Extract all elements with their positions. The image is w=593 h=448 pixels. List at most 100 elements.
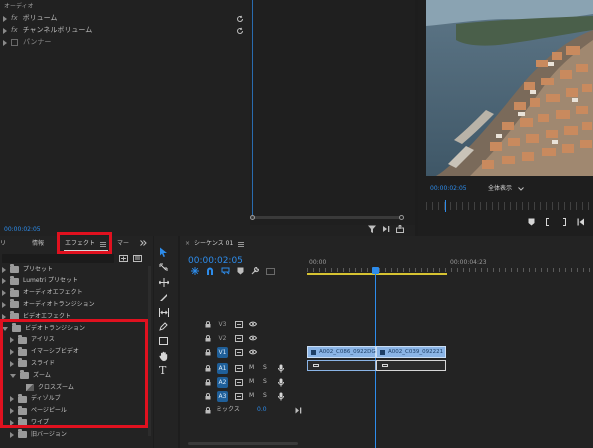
tab-markers[interactable]: マー <box>117 241 129 247</box>
program-timeline-ruler[interactable] <box>426 202 593 210</box>
track-target-V3[interactable]: V3 <box>217 319 228 330</box>
tree-item[interactable]: Lumetri プリセット <box>2 275 78 285</box>
type-tool-icon[interactable]: T <box>159 364 166 377</box>
track-target-V1[interactable]: V1 <box>217 347 228 358</box>
timeline-timecode[interactable]: 00:00:02:05 <box>188 256 243 266</box>
reset-icon[interactable] <box>236 15 244 23</box>
export-icon[interactable] <box>396 225 404 233</box>
effects-search-input[interactable] <box>2 254 114 263</box>
eye-icon[interactable] <box>249 335 257 341</box>
tree-item[interactable]: 旧バージョン <box>10 429 67 439</box>
mute-button[interactable]: M <box>249 365 254 371</box>
fx-badge[interactable]: fx <box>11 15 18 22</box>
marker-icon[interactable] <box>528 218 535 226</box>
solo-button[interactable]: S <box>263 365 267 371</box>
track-target-A1[interactable]: A1 <box>217 363 228 374</box>
settings-wrench-icon[interactable] <box>251 267 259 275</box>
ripple-edit-tool-icon[interactable] <box>159 278 169 287</box>
video-clip-2[interactable]: A002_C039_092221 <box>376 346 446 358</box>
nest-icon[interactable] <box>191 267 199 275</box>
sequence-tab[interactable]: × シーケンス 01 <box>185 241 245 247</box>
track-select-tool-icon[interactable] <box>159 263 168 272</box>
timeline-ruler[interactable]: 00:00 00:00:04:23 <box>307 258 593 276</box>
tree-item[interactable]: プリセット <box>2 264 53 273</box>
tab-info[interactable]: 情報 <box>32 241 44 247</box>
solo-button[interactable]: S <box>263 393 267 399</box>
microphone-icon[interactable] <box>278 364 284 373</box>
slip-tool-icon[interactable] <box>159 308 169 317</box>
fx-badge[interactable]: fx <box>11 27 18 34</box>
mute-button[interactable]: M <box>249 379 254 385</box>
sync-lock-icon[interactable] <box>235 379 243 386</box>
expand-arrow-icon[interactable] <box>3 27 7 34</box>
scroll-handle-left[interactable] <box>250 215 255 220</box>
collapsed-arrow-icon[interactable] <box>10 431 14 438</box>
lock-icon[interactable] <box>205 335 211 342</box>
close-icon[interactable]: × <box>185 241 190 247</box>
add-marker-icon[interactable] <box>237 267 244 275</box>
go-to-in-icon[interactable] <box>577 218 585 226</box>
track-target-A3[interactable]: A3 <box>217 391 228 402</box>
mute-button[interactable]: M <box>249 393 254 399</box>
linked-selection-icon[interactable] <box>221 267 230 275</box>
pen-tool-icon[interactable] <box>159 322 168 331</box>
solo-button[interactable]: S <box>263 379 267 385</box>
fit-dropdown[interactable]: 全体表示 <box>488 186 524 192</box>
reset-icon[interactable] <box>236 27 244 35</box>
lock-icon[interactable] <box>205 321 211 328</box>
filter-icon[interactable] <box>368 225 376 233</box>
captions-icon[interactable] <box>266 267 275 275</box>
expand-arrow-icon[interactable] <box>3 15 7 22</box>
lock-icon[interactable] <box>205 407 211 414</box>
lock-icon[interactable] <box>205 393 211 400</box>
playhead-handle[interactable] <box>372 267 379 274</box>
audio-clip-2[interactable] <box>376 360 446 371</box>
snap-icon[interactable] <box>206 267 214 275</box>
mark-out-icon[interactable] <box>561 218 567 226</box>
collapsed-arrow-icon[interactable] <box>2 278 6 285</box>
microphone-icon[interactable] <box>278 392 284 401</box>
expand-arrow-icon[interactable] <box>3 39 7 46</box>
eye-icon[interactable] <box>249 321 257 327</box>
accelerated-effects-icon[interactable] <box>119 255 128 262</box>
microphone-icon[interactable] <box>278 378 284 387</box>
tree-item[interactable]: オーディオエフェクト <box>2 287 83 297</box>
effect-row-panner[interactable]: パンナー <box>3 39 248 46</box>
track-target-V2[interactable]: V2 <box>217 333 228 344</box>
sync-lock-icon[interactable] <box>235 393 243 400</box>
rectangle-tool-icon[interactable] <box>159 337 168 345</box>
hand-tool-icon[interactable] <box>159 351 168 361</box>
program-timecode[interactable]: 00:00:02:05 <box>430 186 467 192</box>
mark-in-icon[interactable] <box>545 218 551 226</box>
32bit-effects-icon[interactable] <box>133 255 142 262</box>
lock-icon[interactable] <box>205 365 211 372</box>
effect-controls-scrollbar[interactable] <box>250 216 400 219</box>
audio-clip-1[interactable] <box>307 360 376 371</box>
overflow-tabs-icon[interactable] <box>140 240 147 246</box>
collapsed-arrow-icon[interactable] <box>2 301 6 308</box>
effect-row-volume[interactable]: fx ボリューム <box>3 15 248 22</box>
timeline-scrollbar[interactable] <box>188 442 298 445</box>
collapsed-arrow-icon[interactable] <box>2 290 6 297</box>
tab-project[interactable]: リ <box>0 241 6 247</box>
sync-lock-icon[interactable] <box>235 321 243 328</box>
razor-tool-icon[interactable] <box>159 293 168 302</box>
effect-controls-timecode[interactable]: 00:00:02:05 <box>4 227 41 233</box>
eye-icon[interactable] <box>249 349 257 355</box>
lock-icon[interactable] <box>205 379 211 386</box>
effects-scrollbar[interactable] <box>148 266 151 436</box>
sync-lock-icon[interactable] <box>235 335 243 342</box>
lock-icon[interactable] <box>205 349 211 356</box>
selection-tool-icon[interactable] <box>159 247 168 257</box>
tree-item[interactable]: オーディオトランジション <box>2 299 95 309</box>
sync-lock-icon[interactable] <box>235 349 243 356</box>
scroll-handle-right[interactable] <box>399 215 404 220</box>
track-target-A2[interactable]: A2 <box>217 377 228 388</box>
effect-row-channel-volume[interactable]: fx チャンネルボリューム <box>3 27 248 34</box>
program-video-frame[interactable] <box>426 0 593 176</box>
video-clip-1[interactable]: A002_C086_0922DG <box>307 346 376 358</box>
mix-value[interactable]: 0.0 <box>257 407 267 413</box>
play-only-icon[interactable] <box>382 225 390 233</box>
tab-menu-icon[interactable] <box>238 241 245 247</box>
program-playhead[interactable] <box>445 200 446 212</box>
